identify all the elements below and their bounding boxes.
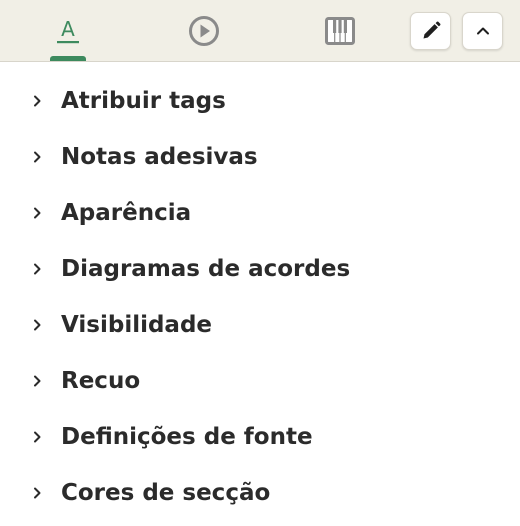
menu-item-label: Notas adesivas [61, 144, 258, 170]
menu-item-diagramas-de-acordes[interactable]: Diagramas de acordes [0, 241, 520, 297]
chevron-right-icon [34, 431, 41, 443]
menu-item-atribuir-tags[interactable]: Atribuir tags [0, 73, 520, 129]
menu-item-label: Aparência [61, 200, 192, 226]
top-toolbar: A [0, 0, 520, 62]
tab-text-format[interactable]: A [36, 0, 100, 62]
menu-item-aparencia[interactable]: Aparência [0, 185, 520, 241]
menu-item-cores-de-seccao[interactable]: Cores de secção [0, 465, 520, 521]
play-circle-icon [189, 16, 219, 46]
menu-item-visibilidade[interactable]: Visibilidade [0, 297, 520, 353]
selected-tab-indicator [50, 56, 86, 61]
menu-item-label: Recuo [61, 368, 141, 394]
chevron-up-icon [476, 27, 489, 35]
text-format-icon: A [57, 17, 79, 44]
menu-item-label: Cores de secção [61, 480, 271, 506]
menu-item-label: Atribuir tags [61, 88, 226, 114]
menu-item-definicoes-de-fonte[interactable]: Definições de fonte [0, 409, 520, 465]
piano-keys-icon [325, 17, 355, 45]
pencil-icon [423, 21, 440, 39]
menu-item-recuo[interactable]: Recuo [0, 353, 520, 409]
chevron-right-icon [34, 375, 41, 387]
chevron-right-icon [34, 263, 41, 275]
chevron-right-icon [34, 487, 41, 499]
menu-item-label: Definições de fonte [61, 424, 313, 450]
menu-item-label: Diagramas de acordes [61, 256, 351, 282]
menu-item-notas-adesivas[interactable]: Notas adesivas [0, 129, 520, 185]
edit-button[interactable] [410, 12, 451, 50]
text-format-letter: A [61, 17, 75, 41]
chevron-right-icon [34, 151, 41, 163]
chevron-right-icon [34, 207, 41, 219]
menu-item-label: Visibilidade [61, 312, 213, 338]
tab-playback[interactable] [172, 0, 236, 62]
tab-instrument[interactable] [308, 0, 372, 62]
chevron-right-icon [34, 319, 41, 331]
settings-menu: Atribuir tags Notas adesivas Aparência D… [0, 63, 520, 526]
chevron-right-icon [34, 95, 41, 107]
collapse-button[interactable] [462, 12, 503, 50]
